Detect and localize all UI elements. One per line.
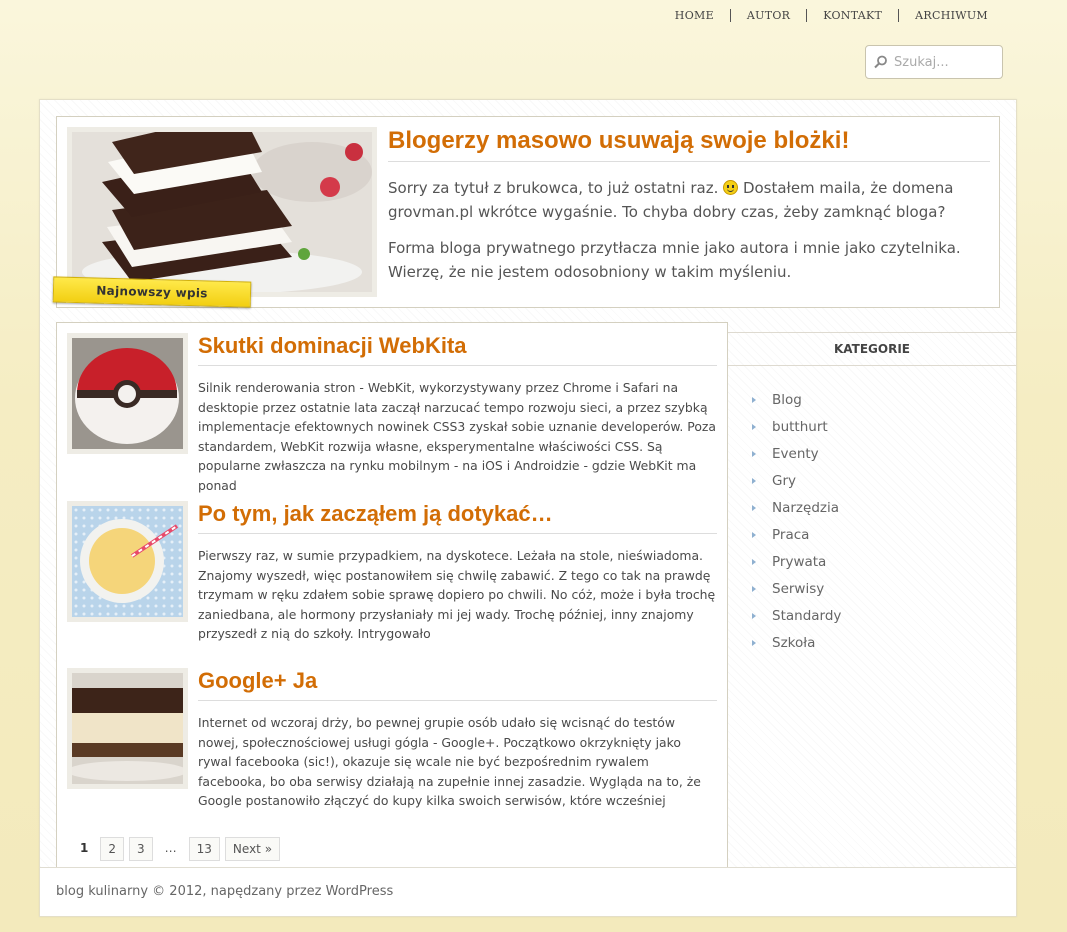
- footer-copyright: blog kulinarny © 2012, napędzany przez: [56, 884, 322, 899]
- pagination-page-last[interactable]: 13: [188, 837, 220, 861]
- post-list: Skutki dominacji WebKita Silnik renderow…: [56, 322, 728, 867]
- latest-post-badge: Najnowszy wpis: [52, 276, 252, 308]
- featured-post-excerpt: Sorry za tytuł z brukowca, to już ostatn…: [388, 176, 988, 296]
- category-item[interactable]: butthurt: [752, 417, 841, 444]
- featured-paragraph-1a: Sorry za tytuł z brukowca, to już ostatn…: [388, 179, 719, 197]
- featured-paragraph-2: Forma bloga prywatnego przytłacza mnie j…: [388, 239, 961, 281]
- featured-image[interactable]: [67, 127, 377, 297]
- category-item[interactable]: Standardy: [752, 606, 841, 633]
- post-title[interactable]: Google+ Ja: [198, 668, 717, 701]
- featured-post-title[interactable]: Blogerzy masowo usuwają swoje blożki!: [388, 127, 990, 162]
- bullet-arrow-icon: [752, 397, 756, 403]
- smiley-icon: [723, 180, 739, 195]
- category-label[interactable]: Serwisy: [772, 579, 824, 606]
- pagination-ellipsis: …: [164, 841, 177, 855]
- search-placeholder: Szukaj...: [894, 54, 949, 70]
- category-label[interactable]: Eventy: [772, 444, 819, 471]
- featured-post: Najnowszy wpis Blogerzy masowo usuwają s…: [52, 116, 1000, 308]
- category-label[interactable]: Praca: [772, 525, 809, 552]
- bullet-arrow-icon: [752, 586, 756, 592]
- search-input[interactable]: Szukaj...: [865, 45, 1003, 79]
- wordpress-link[interactable]: WordPress: [326, 884, 394, 899]
- category-item[interactable]: Serwisy: [752, 579, 841, 606]
- page-container: Najnowszy wpis Blogerzy masowo usuwają s…: [39, 99, 1017, 917]
- category-label[interactable]: Gry: [772, 471, 796, 498]
- nav-autor[interactable]: AUTOR: [731, 9, 806, 22]
- pagination: 1 2 3 … 13 Next »: [73, 837, 281, 861]
- bullet-arrow-icon: [752, 559, 756, 565]
- category-item[interactable]: Szkoła: [752, 633, 841, 660]
- post-thumbnail[interactable]: [67, 501, 188, 622]
- category-label[interactable]: butthurt: [772, 417, 828, 444]
- smoothie-glass-image: [72, 506, 183, 617]
- post-title[interactable]: Po tym, jak zacząłem ją dotykać…: [198, 501, 717, 534]
- cheesecake-slice-image: [72, 673, 183, 784]
- search-icon: [874, 55, 887, 69]
- category-label[interactable]: Prywata: [772, 552, 826, 579]
- bullet-arrow-icon: [752, 424, 756, 430]
- nav-home[interactable]: HOME: [659, 9, 730, 22]
- pokeball-cake-image: [72, 338, 183, 449]
- category-item[interactable]: Praca: [752, 525, 841, 552]
- bullet-arrow-icon: [752, 505, 756, 511]
- bullet-arrow-icon: [752, 451, 756, 457]
- category-label[interactable]: Blog: [772, 390, 802, 417]
- site-footer: blog kulinarny © 2012, napędzany przez W…: [40, 867, 1016, 916]
- sidebar-heading: KATEGORIE: [728, 332, 1016, 366]
- main-navigation: HOME AUTOR KONTAKT ARCHIWUM: [659, 9, 1004, 22]
- nav-archiwum[interactable]: ARCHIWUM: [899, 9, 1004, 22]
- nav-kontakt[interactable]: KONTAKT: [807, 9, 898, 22]
- bullet-arrow-icon: [752, 640, 756, 646]
- bullet-arrow-icon: [752, 532, 756, 538]
- category-item[interactable]: Eventy: [752, 444, 841, 471]
- category-item[interactable]: Narzędzia: [752, 498, 841, 525]
- pagination-current: 1: [80, 841, 89, 855]
- pagination-page-2[interactable]: 2: [100, 837, 124, 861]
- category-label[interactable]: Standardy: [772, 606, 841, 633]
- post-excerpt: Internet od wczoraj drży, bo pewnej grup…: [198, 715, 701, 808]
- post-excerpt: Silnik renderowania stron - WebKit, wyko…: [198, 380, 717, 493]
- post-title[interactable]: Skutki dominacji WebKita: [198, 333, 717, 366]
- bullet-arrow-icon: [752, 613, 756, 619]
- footer-text: blog kulinarny © 2012, napędzany przez W…: [56, 884, 393, 899]
- category-label[interactable]: Szkoła: [772, 633, 815, 660]
- post-thumbnail[interactable]: [67, 668, 188, 789]
- pagination-page-3[interactable]: 3: [129, 837, 153, 861]
- category-list: Blog butthurt Eventy Gry Narzędzia Praca…: [752, 390, 841, 660]
- ice-cream-sandwich-image: [72, 132, 372, 292]
- post-excerpt: Pierwszy raz, w sumie przypadkiem, na dy…: [198, 548, 716, 641]
- category-label[interactable]: Narzędzia: [772, 498, 839, 525]
- category-item[interactable]: Gry: [752, 471, 841, 498]
- post-thumbnail[interactable]: [67, 333, 188, 454]
- category-item[interactable]: Blog: [752, 390, 841, 417]
- bullet-arrow-icon: [752, 478, 756, 484]
- pagination-next-button[interactable]: Next »: [224, 837, 281, 861]
- category-item[interactable]: Prywata: [752, 552, 841, 579]
